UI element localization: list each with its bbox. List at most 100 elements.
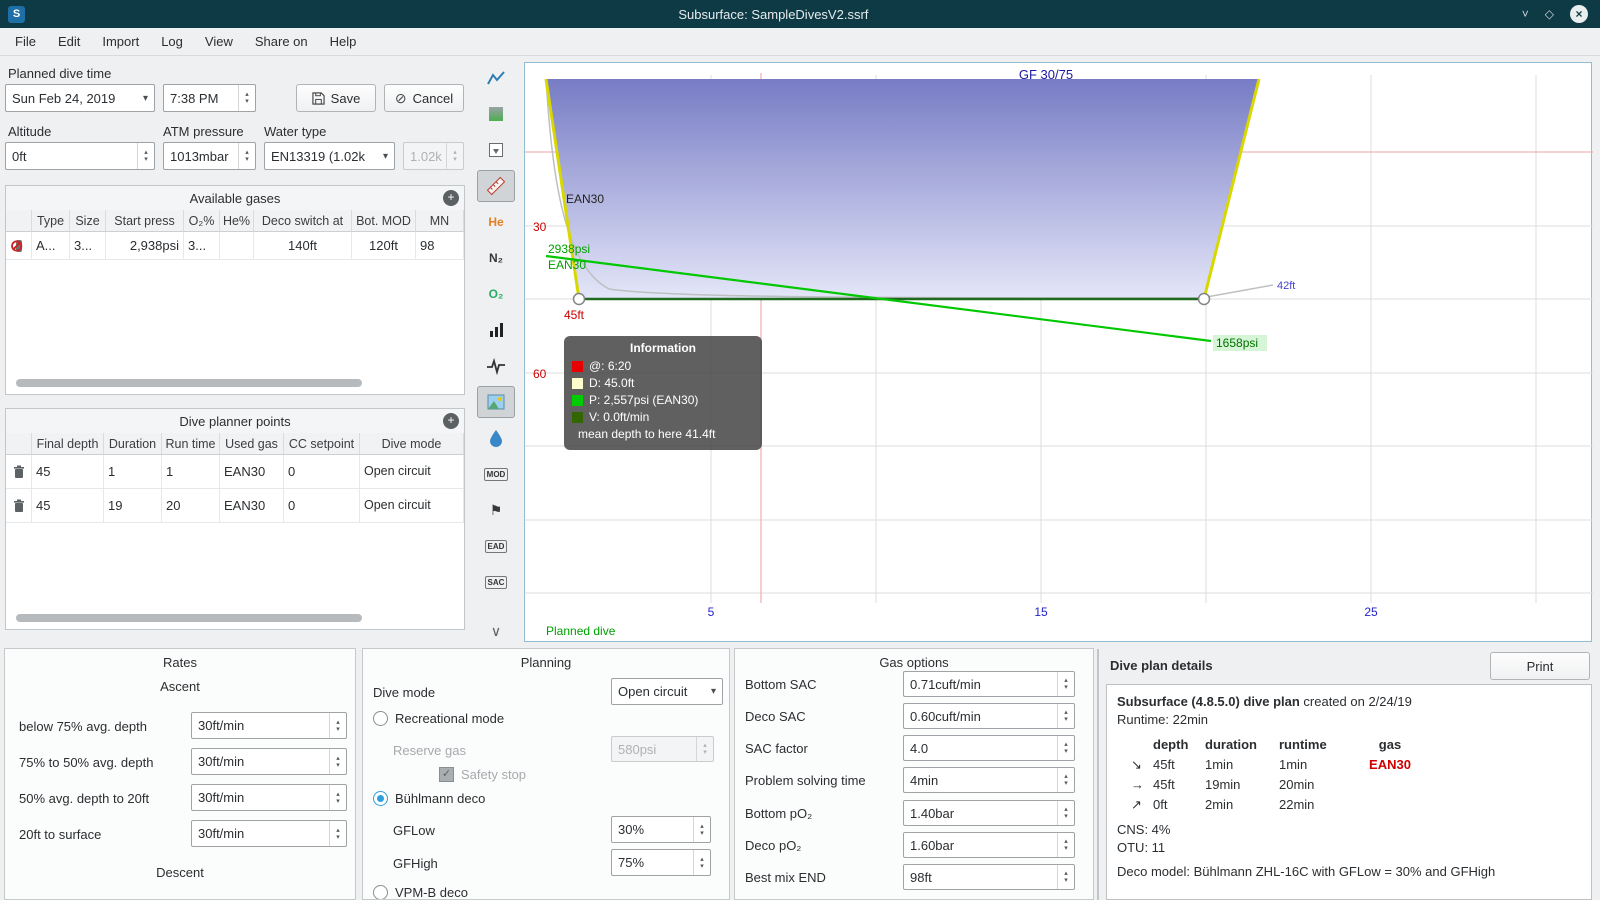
- col-o2[interactable]: O₂%: [184, 210, 220, 232]
- best-mix-end-field[interactable]: 98ft ▴ ▾: [903, 864, 1075, 890]
- save-button[interactable]: Save: [296, 84, 376, 112]
- pn2-graph-toggle[interactable]: N₂: [477, 242, 515, 274]
- bottom-sac-field[interactable]: 0.71cuft/min ▴ ▾: [903, 671, 1075, 697]
- gas-bot-mod[interactable]: 120ft: [352, 232, 416, 260]
- maximize-icon[interactable]: ◇: [1545, 7, 1554, 21]
- gas-size[interactable]: 3...: [70, 232, 106, 260]
- dive-profile-chart[interactable]: GF 30/75 30 60 5 15 25 EAN30 2938psi EAN…: [524, 62, 1593, 642]
- gas-row[interactable]: ⊘ A... 3... 2,938psi 3... 140ft 120ft 98: [6, 232, 464, 260]
- minimize-icon[interactable]: ˅: [1522, 7, 1529, 21]
- ead-toggle[interactable]: EAD: [477, 530, 515, 562]
- point-row[interactable]: 45 1 1 EAN30 0 Open circuit: [6, 455, 464, 489]
- dive-mode-select[interactable]: Open circuit ▾: [611, 678, 723, 705]
- planner-handle-2[interactable]: [1197, 292, 1211, 306]
- add-cylinder-button[interactable]: +: [443, 190, 459, 206]
- point-setpoint[interactable]: 0: [284, 489, 360, 523]
- vpmb-deco-radio[interactable]: [373, 885, 388, 899]
- spinner-arrows-icon[interactable]: ▴ ▾: [693, 817, 710, 842]
- spinner-arrows-icon[interactable]: ▴ ▾: [693, 850, 710, 875]
- point-duration[interactable]: 1: [104, 455, 162, 489]
- po2-partial-toggle[interactable]: O₂: [477, 278, 515, 310]
- point-runtime[interactable]: 1: [162, 455, 220, 489]
- point-duration[interactable]: 19: [104, 489, 162, 523]
- spinner-arrows-icon[interactable]: ▴ ▾: [1057, 801, 1074, 825]
- tissues-toggle[interactable]: [477, 422, 515, 454]
- point-setpoint[interactable]: 0: [284, 455, 360, 489]
- dive-date-select[interactable]: Sun Feb 24, 2019 ▾: [5, 84, 155, 112]
- point-depth[interactable]: 45: [32, 455, 104, 489]
- heart-rate-toggle[interactable]: [477, 350, 515, 382]
- col-final-depth[interactable]: Final depth: [32, 433, 104, 455]
- toolbar-overflow-chevron[interactable]: ∨: [491, 623, 501, 640]
- add-point-button[interactable]: +: [443, 413, 459, 429]
- spinner-arrows-icon[interactable]: ▴ ▾: [329, 785, 346, 810]
- gas-deco-switch[interactable]: 140ft: [254, 232, 352, 260]
- remove-gas-button[interactable]: ⊘: [6, 232, 32, 260]
- spinner-arrows-icon[interactable]: ▴ ▾: [238, 143, 255, 169]
- rate-field-4[interactable]: 30ft/min ▴ ▾: [191, 820, 347, 847]
- gfhigh-field[interactable]: 75% ▴ ▾: [611, 849, 711, 876]
- point-depth[interactable]: 45: [32, 489, 104, 523]
- gas-o2[interactable]: 3...: [184, 232, 220, 260]
- gas-he[interactable]: [220, 232, 254, 260]
- col-deco-switch[interactable]: Deco switch at: [254, 210, 352, 232]
- spinner-arrows-icon[interactable]: ▴ ▾: [1057, 704, 1074, 728]
- atm-pressure-field[interactable]: 1013mbar ▴ ▾: [163, 142, 256, 170]
- point-gas[interactable]: EAN30: [220, 455, 284, 489]
- altitude-field[interactable]: 0ft ▴ ▾: [5, 142, 155, 170]
- point-gas[interactable]: EAN30: [220, 489, 284, 523]
- col-he[interactable]: He%: [220, 210, 254, 232]
- gases-hscrollbar[interactable]: [16, 379, 362, 387]
- water-type-select[interactable]: EN13319 (1.02k ▾: [264, 142, 395, 170]
- rate-field-2[interactable]: 30ft/min ▴ ▾: [191, 748, 347, 775]
- information-tooltip[interactable]: Information @: 6:20 D: 45.0ft P: 2,557ps…: [564, 336, 762, 450]
- menu-help[interactable]: Help: [319, 30, 368, 53]
- phe-graph-toggle[interactable]: He: [477, 206, 515, 238]
- sac-toggle[interactable]: SAC: [477, 566, 515, 598]
- menu-file[interactable]: File: [4, 30, 47, 53]
- menu-log[interactable]: Log: [150, 30, 194, 53]
- point-dive-mode[interactable]: Open circuit: [360, 455, 464, 489]
- deco-sac-field[interactable]: 0.60cuft/min ▴ ▾: [903, 703, 1075, 729]
- bottom-po2-field[interactable]: 1.40bar ▴ ▾: [903, 800, 1075, 826]
- col-size[interactable]: Size: [70, 210, 106, 232]
- close-icon[interactable]: ×: [1570, 5, 1588, 23]
- problem-solving-time-field[interactable]: 4min ▴ ▾: [903, 767, 1075, 793]
- gflow-field[interactable]: 30% ▴ ▾: [611, 816, 711, 843]
- menu-view[interactable]: View: [194, 30, 244, 53]
- menu-share-on[interactable]: Share on: [244, 30, 319, 53]
- spinner-arrows-icon[interactable]: ▴ ▾: [329, 749, 346, 774]
- spinner-arrows-icon[interactable]: ▴ ▾: [1057, 672, 1074, 696]
- panel-splitter[interactable]: [1097, 649, 1099, 900]
- planner-handle-1[interactable]: [572, 292, 586, 306]
- po2-graph-toggle[interactable]: [477, 62, 515, 94]
- rate-field-3[interactable]: 30ft/min ▴ ▾: [191, 784, 347, 811]
- spinner-arrows-icon[interactable]: ▴ ▾: [238, 85, 255, 111]
- points-hscrollbar[interactable]: [16, 614, 362, 622]
- increment-toggle[interactable]: [477, 134, 515, 166]
- print-button[interactable]: Print: [1490, 652, 1590, 680]
- col-type[interactable]: Type: [32, 210, 70, 232]
- ceiling-toggle[interactable]: [477, 98, 515, 130]
- menu-edit[interactable]: Edit: [47, 30, 91, 53]
- spinner-arrows-icon[interactable]: ▴ ▾: [329, 713, 346, 738]
- sac-factor-field[interactable]: 4.0 ▴ ▾: [903, 735, 1075, 761]
- spinner-arrows-icon[interactable]: ▴ ▾: [1057, 865, 1074, 889]
- delete-point-button[interactable]: [6, 455, 32, 489]
- col-bot-mod[interactable]: Bot. MOD: [352, 210, 416, 232]
- tank-bar-toggle[interactable]: [477, 314, 515, 346]
- mod-toggle[interactable]: MOD: [477, 458, 515, 490]
- spinner-arrows-icon[interactable]: ▴ ▾: [1057, 736, 1074, 760]
- deco-po2-field[interactable]: 1.60bar ▴ ▾: [903, 832, 1075, 858]
- col-used-gas[interactable]: Used gas: [220, 433, 284, 455]
- col-cc-setpoint[interactable]: CC setpoint: [284, 433, 360, 455]
- recreational-mode-radio[interactable]: [373, 711, 388, 726]
- scale-toggle[interactable]: ⚑: [477, 494, 515, 526]
- col-start-press[interactable]: Start press: [106, 210, 184, 232]
- spinner-arrows-icon[interactable]: ▴ ▾: [1057, 833, 1074, 857]
- ruler-toggle[interactable]: [477, 170, 515, 202]
- spinner-arrows-icon[interactable]: ▴ ▾: [137, 143, 154, 169]
- spinner-arrows-icon[interactable]: ▴ ▾: [329, 821, 346, 846]
- photos-toggle[interactable]: [477, 386, 515, 418]
- dive-time-field[interactable]: 7:38 PM ▴ ▾: [163, 84, 256, 112]
